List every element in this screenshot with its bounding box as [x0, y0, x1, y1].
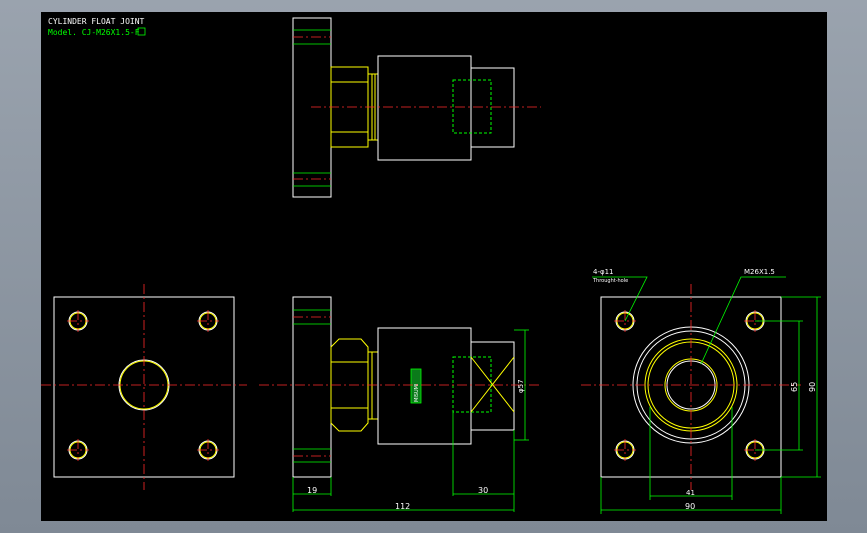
cad-drawing: CYLINDER FLOAT JOINT Model. CJ-M26X1.5-F [41, 17, 821, 514]
dim-height-text: 90 [808, 382, 817, 392]
top-view [292, 17, 541, 198]
dim-pitch-text: 65 [790, 382, 799, 392]
left-view [41, 284, 247, 490]
front-hidden-bore [452, 356, 492, 413]
dim-diameter-text: φ57 [517, 379, 525, 393]
dim-socket-text: 30 [478, 486, 488, 495]
drawing-canvas: CYLINDER FLOAT JOINT Model. CJ-M26X1.5-F [41, 12, 827, 521]
thread-note: M26X1.5 [744, 268, 775, 276]
dim-overall-text: 112 [395, 502, 410, 511]
thread-leader [700, 276, 786, 365]
top-flange [292, 17, 332, 198]
dim-width-text: 90 [685, 502, 695, 511]
front-thread [367, 351, 379, 420]
drawing-title: CYLINDER FLOAT JOINT [48, 17, 145, 26]
top-socket [470, 67, 515, 148]
front-wrench-flats [470, 356, 515, 413]
front-body [377, 327, 472, 445]
dim-flange-text: 19 [307, 486, 317, 495]
top-hidden-bore [452, 79, 492, 134]
model-number: Model. CJ-M26X1.5-F [48, 28, 140, 37]
dim-inner-text: 41 [686, 489, 695, 497]
top-body [377, 55, 472, 161]
front-socket [470, 341, 515, 431]
right-view: 4-φ11 Throught-hole M26X1.5 65 90 41 90 [581, 268, 821, 514]
front-view: MISUMI φ57 19 30 112 [259, 296, 541, 512]
holes-note: 4-φ11 [593, 268, 614, 276]
holes-note-sub: Throught-hole [592, 278, 628, 284]
label-plate-text: MISUMI [414, 384, 420, 402]
